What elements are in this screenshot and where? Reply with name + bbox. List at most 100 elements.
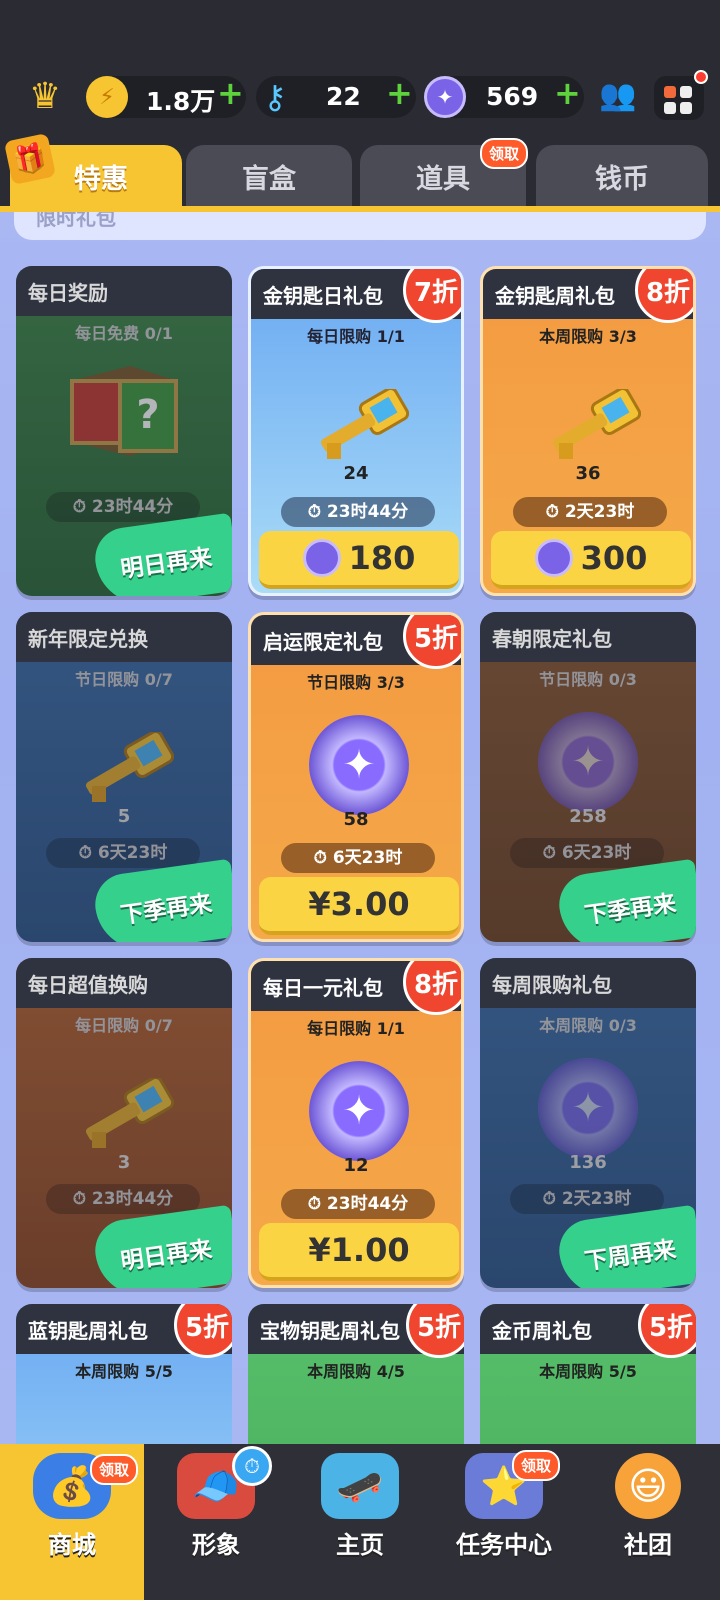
card-stamp: 下季再来	[91, 858, 232, 942]
card-timer: ⏱ 23时44分	[46, 492, 200, 522]
card-count: 258	[569, 806, 607, 827]
card-title: 每日奖励	[16, 266, 232, 316]
purple-coin-icon	[534, 539, 573, 577]
card-goldcoin-week[interactable]: 金币周礼包 5折 本周限购 5/5	[480, 1304, 696, 1444]
tab-deals[interactable]: 🎁 特惠	[3, 132, 182, 207]
card-limit: 节日限购 3/3	[307, 673, 405, 692]
card-weekly-limit[interactable]: 每周限购礼包 本周限购 0/3 ✦ 136 ⏱ 2天23时 下周再来	[480, 958, 696, 1288]
coins-value: 569	[486, 82, 539, 111]
nav-home[interactable]: 🛹 主页	[288, 1444, 432, 1600]
nav-avatar[interactable]: 🧢 形象 ⏱	[144, 1444, 288, 1600]
card-limit: 每日限购 1/1	[307, 1019, 405, 1038]
card-bluekey-week[interactable]: 蓝钥匙周礼包 5折 本周限购 5/5	[16, 1304, 232, 1444]
mystery-box-icon: ?	[70, 366, 178, 456]
buy-button[interactable]: ¥3.00	[259, 877, 459, 935]
nav-club[interactable]: 😃 社团	[576, 1444, 720, 1600]
keys-plus-button[interactable]: +	[386, 74, 413, 112]
notification-dot	[694, 70, 708, 84]
purple-coin-icon: ✦	[309, 715, 409, 815]
gold-value: 1.8万	[146, 87, 216, 116]
card-title: 每周限购礼包	[480, 958, 696, 1008]
card-limit: 本周限购 4/5	[307, 1362, 405, 1381]
card-limit: 节日限购 0/7	[75, 670, 173, 689]
card-count: 136	[569, 1152, 607, 1173]
gold-key-icon	[85, 1078, 174, 1148]
purple-coin-icon: ✦	[309, 1061, 409, 1161]
tab-money[interactable]: 钱币	[536, 145, 708, 207]
card-stamp: 明日再来	[91, 1204, 232, 1288]
tab-blindbox-label: 盲盒	[242, 163, 296, 195]
gold-key-icon	[85, 732, 174, 802]
tab-blindbox[interactable]: 盲盒	[186, 145, 352, 207]
svg-text:?: ?	[136, 392, 159, 438]
card-daily-reward[interactable]: 每日奖励 每日免费 0/1 ? ⏱ 23时44分 明日再来	[16, 266, 232, 596]
card-count: 3	[117, 1152, 131, 1173]
nav-shop[interactable]: 💰 商城 领取	[0, 1444, 144, 1600]
stopwatch-icon: ⏱	[232, 1446, 272, 1486]
purple-coin-icon	[302, 539, 341, 577]
gold-coin-icon: ⚡	[86, 76, 128, 118]
buy-button[interactable]: 180	[259, 531, 459, 589]
card-timer: ⏱ 2天23时	[513, 497, 667, 527]
menu-grid-icon[interactable]	[654, 70, 708, 120]
card-timer: ⏱ 6天23时	[510, 838, 664, 868]
nav-shop-badge: 领取	[90, 1454, 139, 1485]
card-timer: ⏱ 2天23时	[510, 1184, 664, 1214]
coins-plus-button[interactable]: +	[554, 74, 581, 112]
gift-icon: 🎁	[3, 132, 57, 186]
card-limit: 本周限购 5/5	[539, 1362, 637, 1381]
gold-plus-button[interactable]: +	[217, 74, 244, 112]
card-limit: 每日限购 1/1	[307, 327, 405, 346]
card-timer: ⏱ 6天23时	[281, 843, 435, 873]
nav-tasks-label: 任务中心	[456, 1531, 552, 1559]
keys-value: 22	[326, 82, 361, 111]
card-goldkey-day[interactable]: 金钥匙日礼包 7折 每日限购 1/1 24 ⏱ 23时44分 180	[248, 266, 464, 596]
card-title: 春朝限定礼包	[480, 612, 696, 662]
tab-items-badge: 领取	[480, 138, 529, 169]
card-count: 58	[343, 809, 369, 830]
card-count: 12	[343, 1155, 369, 1176]
card-newyear-exchange[interactable]: 新年限定兑换 节日限购 0/7 5 ⏱ 6天23时 下季再来	[16, 612, 232, 942]
card-timer: ⏱ 23时44分	[281, 497, 435, 527]
card-count: 24	[343, 463, 369, 484]
card-goldkey-week[interactable]: 金钥匙周礼包 8折 本周限购 3/3 36 ⏱ 2天23时 300	[480, 266, 696, 596]
card-treasurekey-week[interactable]: 宝物钥匙周礼包 5折 本周限购 4/5	[248, 1304, 464, 1444]
nav-shop-label: 商城	[48, 1531, 96, 1559]
nav-club-label: 社团	[624, 1531, 672, 1559]
tab-items-label: 道具	[416, 163, 470, 195]
top-bar	[0, 0, 720, 142]
section-title: 限时礼包	[14, 212, 706, 240]
blue-key-icon: ⚷	[263, 78, 287, 116]
card-title: 新年限定兑换	[16, 612, 232, 662]
gold-key-icon	[552, 389, 641, 459]
card-count: 5	[117, 806, 131, 827]
tab-money-label: 钱币	[595, 163, 649, 195]
map-icon: 🛹	[321, 1453, 399, 1519]
card-stamp: 下周再来	[555, 1204, 696, 1288]
friends-icon[interactable]: 👥	[596, 78, 640, 118]
shop-content[interactable]: 限时礼包 每日奖励 每日免费 0/1 ? ⏱ 23时44分 明日再来 金钥匙日礼…	[0, 212, 720, 1444]
card-fortune-pack[interactable]: 启运限定礼包 5折 节日限购 3/3 ✦ 58 ⏱ 6天23时 ¥3.00	[248, 612, 464, 942]
club-icon: 😃	[615, 1453, 681, 1519]
tab-deals-label: 特惠	[74, 163, 128, 195]
crown-icon[interactable]: ♛	[20, 76, 70, 117]
bottom-nav: 💰 商城 领取 🧢 形象 ⏱ 🛹 主页 ⭐ 任务中心 领取 😃 社团	[0, 1444, 720, 1600]
card-timer: ⏱ 23时44分	[46, 1184, 200, 1214]
card-limit: 本周限购 5/5	[75, 1362, 173, 1381]
purple-coin-icon: ✦	[538, 1058, 638, 1158]
buy-button[interactable]: 300	[491, 531, 691, 589]
nav-tasks-badge: 领取	[512, 1450, 561, 1481]
buy-button[interactable]: ¥1.00	[259, 1223, 459, 1281]
nav-home-label: 主页	[336, 1531, 384, 1559]
purple-coin-icon: ✦	[538, 712, 638, 812]
nav-tasks[interactable]: ⭐ 任务中心 领取	[432, 1444, 576, 1600]
card-limit: 本周限购 3/3	[539, 327, 637, 346]
card-timer: ⏱ 23时44分	[281, 1189, 435, 1219]
card-timer: ⏱ 6天23时	[46, 838, 200, 868]
card-limit: 每日限购 0/7	[75, 1016, 173, 1035]
card-daily-value[interactable]: 每日超值换购 每日限购 0/7 3 ⏱ 23时44分 明日再来	[16, 958, 232, 1288]
card-one-yuan[interactable]: 每日一元礼包 8折 每日限购 1/1 ✦ 12 ⏱ 23时44分 ¥1.00	[248, 958, 464, 1288]
card-limit: 本周限购 0/3	[539, 1016, 637, 1035]
nav-avatar-label: 形象	[192, 1531, 240, 1559]
card-spring-pack[interactable]: 春朝限定礼包 节日限购 0/3 ✦ 258 ⏱ 6天23时 下季再来	[480, 612, 696, 942]
